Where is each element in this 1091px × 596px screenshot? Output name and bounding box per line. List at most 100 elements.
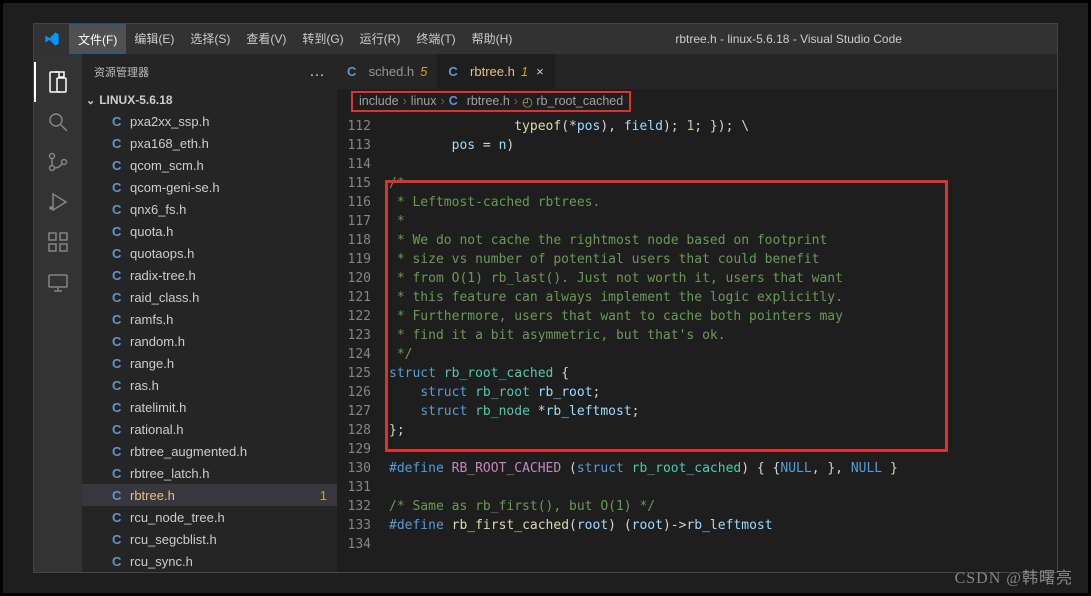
- file-item[interactable]: Craid_class.h: [82, 286, 337, 308]
- c-file-icon: C: [449, 94, 461, 108]
- file-item[interactable]: Cpxa168_eth.h: [82, 132, 337, 154]
- c-file-icon: C: [112, 554, 124, 569]
- file-name: pxa2xx_ssp.h: [130, 114, 210, 129]
- file-name: random.h: [130, 334, 185, 349]
- file-item[interactable]: Cquota.h: [82, 220, 337, 242]
- menu-item[interactable]: 选择(S): [182, 24, 238, 54]
- file-name: quotaops.h: [130, 246, 194, 261]
- watermark: CSDN @韩曙亮: [955, 564, 1073, 588]
- c-file-icon: C: [112, 312, 124, 327]
- window-title: rbtree.h - linux-5.6.18 - Visual Studio …: [520, 32, 1057, 46]
- explorer-sidebar: 资源管理器 … ⌄ LINUX-5.6.18 Cpxa2xx_ssp.hCpxa…: [82, 54, 337, 572]
- vscode-logo-icon: [34, 31, 69, 47]
- c-file-icon: C: [112, 202, 124, 217]
- file-item[interactable]: Cqcom_scm.h: [82, 154, 337, 176]
- c-file-icon: C: [112, 400, 124, 415]
- editor-tabs: C sched.h 5 C rbtree.h1×: [337, 54, 1057, 89]
- file-name: qcom_scm.h: [130, 158, 204, 173]
- menu-item[interactable]: 文件(F): [69, 24, 126, 54]
- file-name: ratelimit.h: [130, 400, 186, 415]
- breadcrumb-item[interactable]: linux: [411, 94, 437, 108]
- sidebar-header: 资源管理器 …: [82, 54, 337, 89]
- file-name: rational.h: [130, 422, 183, 437]
- debug-icon[interactable]: [34, 182, 82, 222]
- code-area[interactable]: typeof(*pos), field); 1; }); \ pos = n) …: [389, 113, 1057, 572]
- file-item[interactable]: Crandom.h: [82, 330, 337, 352]
- file-item[interactable]: Crbtree_augmented.h: [82, 440, 337, 462]
- file-name: rbtree.h: [130, 488, 175, 503]
- source-control-icon[interactable]: [34, 142, 82, 182]
- file-list: Cpxa2xx_ssp.hCpxa168_eth.hCqcom_scm.hCqc…: [82, 111, 337, 572]
- file-item[interactable]: Cpxa2xx_ssp.h: [82, 111, 337, 132]
- menu-item[interactable]: 编辑(E): [126, 24, 182, 54]
- folder-header[interactable]: ⌄ LINUX-5.6.18: [82, 89, 337, 111]
- editor-tab[interactable]: C rbtree.h1×: [438, 54, 554, 89]
- c-file-icon: C: [112, 114, 124, 129]
- file-item[interactable]: Crbtree_latch.h: [82, 462, 337, 484]
- breadcrumb-item[interactable]: include: [359, 94, 399, 108]
- file-item[interactable]: Cramfs.h: [82, 308, 337, 330]
- c-file-icon: C: [112, 510, 124, 525]
- menu-item[interactable]: 查看(V): [238, 24, 294, 54]
- c-file-icon: C: [112, 224, 124, 239]
- file-name: qnx6_fs.h: [130, 202, 186, 217]
- file-name: ras.h: [130, 378, 159, 393]
- c-file-icon: C: [112, 532, 124, 547]
- remote-icon[interactable]: [34, 262, 82, 302]
- editor-tab[interactable]: C sched.h 5: [337, 54, 438, 89]
- c-file-icon: C: [112, 444, 124, 459]
- file-item[interactable]: Crcu_sync.h: [82, 550, 337, 572]
- c-file-icon: C: [112, 488, 124, 503]
- c-file-icon: C: [112, 246, 124, 261]
- line-gutter: 1121131141151161171181191201211221231241…: [337, 113, 389, 572]
- file-item[interactable]: Cqnx6_fs.h: [82, 198, 337, 220]
- file-item[interactable]: Crbtree.h 1: [82, 484, 337, 506]
- menu-item[interactable]: 终端(T): [408, 24, 463, 54]
- file-name: raid_class.h: [130, 290, 199, 305]
- breadcrumb-item[interactable]: rb_root_cached: [536, 94, 623, 108]
- c-file-icon: C: [112, 356, 124, 371]
- editor-body[interactable]: 1121131141151161171181191201211221231241…: [337, 113, 1057, 572]
- tab-name: sched.h: [369, 64, 415, 79]
- file-item[interactable]: Crcu_node_tree.h: [82, 506, 337, 528]
- file-item[interactable]: Crational.h: [82, 418, 337, 440]
- activity-bar: [34, 54, 82, 572]
- folder-name: LINUX-5.6.18: [99, 93, 172, 107]
- file-name: qcom-geni-se.h: [130, 180, 220, 195]
- breadcrumb-item[interactable]: rbtree.h: [467, 94, 510, 108]
- menu-item[interactable]: 帮助(H): [464, 24, 521, 54]
- file-item[interactable]: Cqcom-geni-se.h: [82, 176, 337, 198]
- breadcrumb[interactable]: include›linux›Crbtree.h›◴ rb_root_cached: [337, 89, 1057, 113]
- title-bar: 文件(F)编辑(E)选择(S)查看(V)转到(G)运行(R)终端(T)帮助(H)…: [34, 24, 1057, 54]
- chevron-right-icon: ›: [514, 94, 518, 108]
- file-item[interactable]: Cradix-tree.h: [82, 264, 337, 286]
- file-item[interactable]: Cratelimit.h: [82, 396, 337, 418]
- close-icon[interactable]: ×: [536, 64, 544, 79]
- chevron-down-icon: ⌄: [86, 94, 95, 107]
- c-file-icon: C: [112, 158, 124, 173]
- explorer-icon[interactable]: [34, 62, 82, 102]
- menu-item[interactable]: 运行(R): [352, 24, 409, 54]
- sidebar-title: 资源管理器: [94, 64, 149, 80]
- c-file-icon: C: [347, 64, 359, 79]
- file-name: rcu_segcblist.h: [130, 532, 217, 547]
- file-name: pxa168_eth.h: [130, 136, 209, 151]
- c-file-icon: C: [112, 180, 124, 195]
- modified-badge: 5: [420, 64, 427, 79]
- file-item[interactable]: Crange.h: [82, 352, 337, 374]
- extensions-icon[interactable]: [34, 222, 82, 262]
- more-icon[interactable]: …: [309, 63, 325, 81]
- file-item[interactable]: Crcu_segcblist.h: [82, 528, 337, 550]
- menu-item[interactable]: 转到(G): [294, 24, 351, 54]
- editor-group: C sched.h 5 C rbtree.h1× include › linux › Crb…: [337, 54, 1057, 572]
- file-item[interactable]: Cquotaops.h: [82, 242, 337, 264]
- search-icon[interactable]: [34, 102, 82, 142]
- file-name: rcu_node_tree.h: [130, 510, 225, 525]
- file-item[interactable]: Cras.h: [82, 374, 337, 396]
- problem-badge: 1: [320, 488, 327, 503]
- chevron-right-icon: ›: [441, 94, 445, 108]
- c-file-icon: C: [112, 378, 124, 393]
- c-file-icon: C: [448, 64, 460, 79]
- file-name: rbtree_augmented.h: [130, 444, 247, 459]
- c-file-icon: C: [112, 268, 124, 283]
